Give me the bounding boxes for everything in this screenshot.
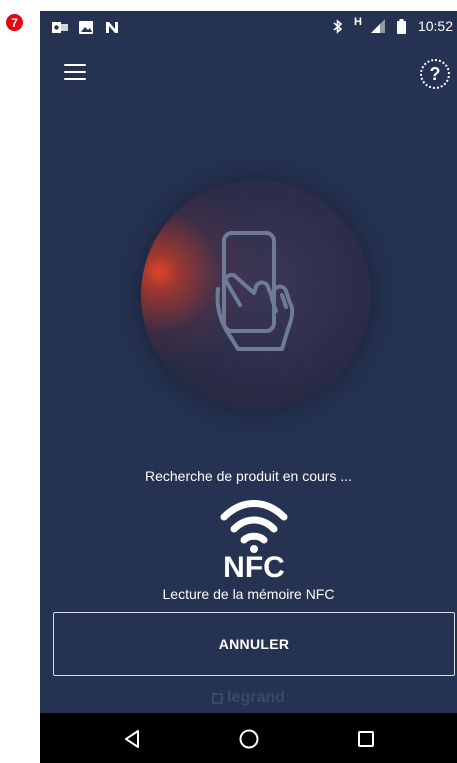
n-app-icon: [104, 20, 120, 34]
android-navigation-bar: [40, 713, 457, 763]
signal-icon: [370, 19, 386, 33]
clock-time: 10:52: [417, 18, 453, 34]
screenshot-page: 7 H 10:52 ? Recherche de produit en cour…: [0, 0, 457, 763]
help-button[interactable]: ?: [420, 59, 450, 89]
brand-name: legrand: [227, 689, 285, 706]
legrand-mark-icon: [212, 692, 224, 704]
phone-screen: H 10:52 ? Recherche de produit en cours …: [40, 11, 457, 763]
status-bar: H 10:52: [40, 11, 457, 45]
outlook-icon: [52, 20, 68, 34]
nfc-reading-text: Lecture de la mémoire NFC: [162, 586, 335, 602]
cancel-button[interactable]: ANNULER: [53, 612, 455, 676]
image-icon: [78, 20, 94, 34]
back-icon[interactable]: [120, 727, 144, 751]
hamburger-menu-icon[interactable]: [64, 64, 86, 82]
home-icon[interactable]: [237, 727, 261, 751]
nfc-logo-label: NFC: [223, 551, 285, 581]
nfc-logo-icon: NFC: [220, 500, 288, 581]
legrand-logo: legrand: [40, 689, 457, 707]
bluetooth-icon: [330, 18, 346, 34]
cancel-button-label: ANNULER: [218, 636, 290, 652]
step-number-badge: 7: [6, 14, 23, 31]
phone-in-hand-icon: [215, 231, 295, 351]
recents-icon[interactable]: [354, 727, 378, 751]
battery-icon: [394, 18, 410, 34]
search-status-text: Recherche de produit en cours ...: [144, 468, 352, 484]
help-question-icon: ?: [429, 63, 441, 84]
network-type-label: H: [354, 16, 362, 28]
